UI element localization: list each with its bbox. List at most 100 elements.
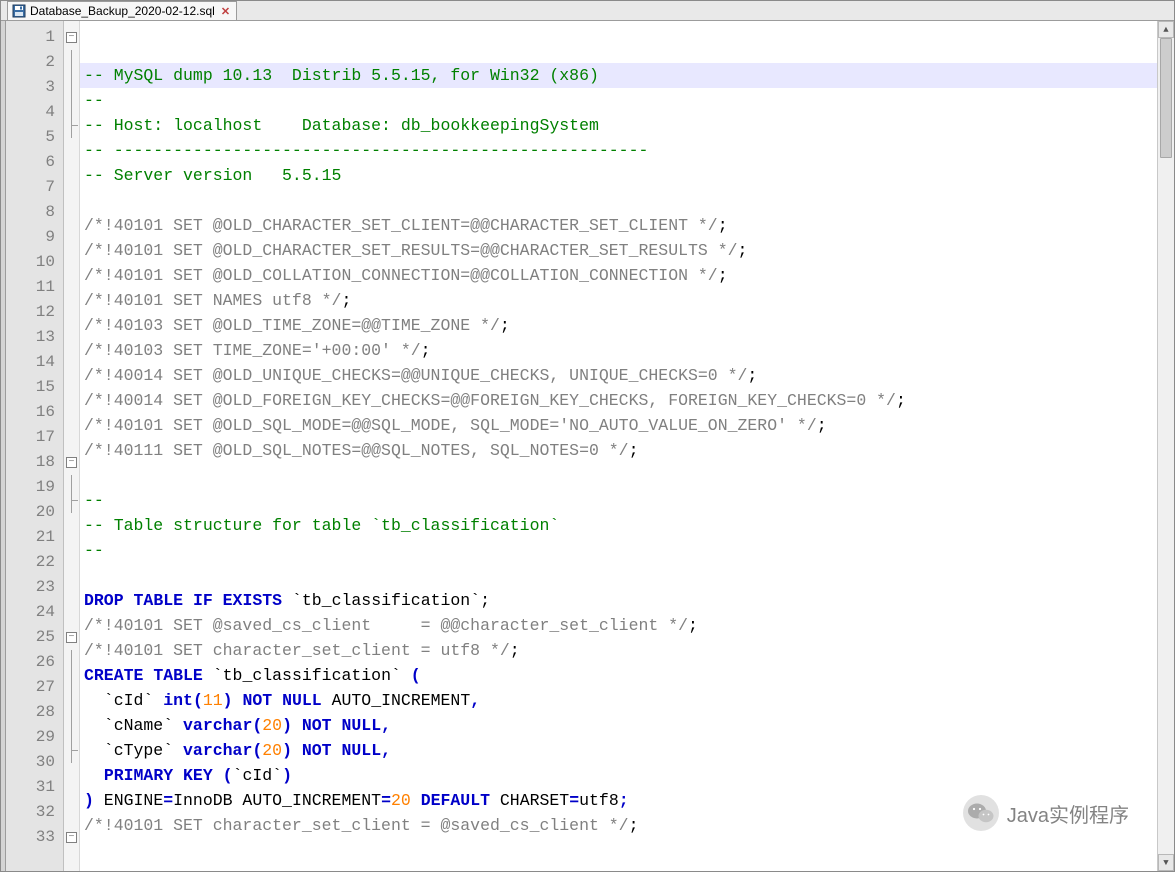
token xyxy=(183,591,193,610)
fold-toggle[interactable]: − xyxy=(66,457,77,468)
line-number[interactable]: 14 xyxy=(6,350,55,375)
code-line[interactable]: -- Server version 5.5.15 xyxy=(80,163,1157,188)
line-number[interactable]: 20 xyxy=(6,500,55,525)
file-tab[interactable]: Database_Backup_2020-02-12.sql ✕ xyxy=(7,1,237,20)
code-line[interactable]: -- MySQL dump 10.13 Distrib 5.5.15, for … xyxy=(80,63,1157,88)
code-line[interactable] xyxy=(80,463,1157,488)
tab-close-button[interactable]: ✕ xyxy=(221,5,230,18)
code-line[interactable]: CREATE TABLE `tb_classification` ( xyxy=(80,663,1157,688)
code-line[interactable]: /*!40101 SET @OLD_SQL_MODE=@@SQL_MODE, S… xyxy=(80,413,1157,438)
line-number[interactable]: 29 xyxy=(6,725,55,750)
token: CHARSET xyxy=(490,791,569,810)
line-number[interactable]: 10 xyxy=(6,250,55,275)
code-line[interactable]: -- -------------------------------------… xyxy=(80,138,1157,163)
vertical-scrollbar[interactable]: ▲ ▼ xyxy=(1157,21,1174,871)
line-number[interactable]: 8 xyxy=(6,200,55,225)
line-number[interactable]: 30 xyxy=(6,750,55,775)
code-line[interactable]: /*!40014 SET @OLD_UNIQUE_CHECKS=@@UNIQUE… xyxy=(80,363,1157,388)
line-number[interactable]: 9 xyxy=(6,225,55,250)
code-line[interactable]: -- Host: localhost Database: db_bookkeep… xyxy=(80,113,1157,138)
line-number[interactable]: 22 xyxy=(6,550,55,575)
line-number[interactable]: 25 xyxy=(6,625,55,650)
token: ) xyxy=(282,741,292,760)
code-line[interactable]: /*!40101 SET @OLD_CHARACTER_SET_CLIENT=@… xyxy=(80,213,1157,238)
token: ; xyxy=(688,616,698,635)
code-line[interactable]: /*!40101 SET NAMES utf8 */; xyxy=(80,288,1157,313)
code-line[interactable]: DROP TABLE IF EXISTS `tb_classification`… xyxy=(80,588,1157,613)
code-area[interactable]: -- MySQL dump 10.13 Distrib 5.5.15, for … xyxy=(80,21,1157,871)
line-number[interactable]: 7 xyxy=(6,175,55,200)
fold-row: − xyxy=(64,825,79,850)
line-number[interactable]: 19 xyxy=(6,475,55,500)
code-line[interactable]: -- Table structure for table `tb_classif… xyxy=(80,513,1157,538)
code-line[interactable]: /*!40101 SET @saved_cs_client = @@charac… xyxy=(80,613,1157,638)
code-line[interactable]: ) ENGINE=InnoDB AUTO_INCREMENT=20 DEFAUL… xyxy=(80,788,1157,813)
code-line[interactable]: -- xyxy=(80,538,1157,563)
line-number-gutter[interactable]: 1234567891011121314151617181920212223242… xyxy=(6,21,64,871)
line-number[interactable]: 4 xyxy=(6,100,55,125)
token: /*!40101 SET @saved_cs_client = @@charac… xyxy=(84,616,688,635)
code-line[interactable]: /*!40101 SET @OLD_CHARACTER_SET_RESULTS=… xyxy=(80,238,1157,263)
line-number[interactable]: 16 xyxy=(6,400,55,425)
code-line[interactable] xyxy=(80,563,1157,588)
fold-toggle[interactable]: − xyxy=(66,632,77,643)
token: NULL xyxy=(342,716,382,735)
token: 11 xyxy=(203,691,223,710)
line-number[interactable]: 21 xyxy=(6,525,55,550)
scroll-track[interactable] xyxy=(1158,38,1174,854)
line-number[interactable]: 23 xyxy=(6,575,55,600)
line-number[interactable]: 12 xyxy=(6,300,55,325)
fold-toggle[interactable]: − xyxy=(66,832,77,843)
fold-toggle[interactable]: − xyxy=(66,32,77,43)
code-line[interactable]: /*!40014 SET @OLD_FOREIGN_KEY_CHECKS=@@F… xyxy=(80,388,1157,413)
code-line[interactable]: `cType` varchar(20) NOT NULL, xyxy=(80,738,1157,763)
line-number[interactable]: 18 xyxy=(6,450,55,475)
code-line[interactable]: /*!40101 SET character_set_client = utf8… xyxy=(80,638,1157,663)
line-number[interactable]: 11 xyxy=(6,275,55,300)
line-number[interactable]: 32 xyxy=(6,800,55,825)
fold-guide xyxy=(71,475,72,500)
fold-row xyxy=(64,225,79,250)
code-line[interactable]: -- xyxy=(80,863,1157,871)
code-line[interactable]: `cName` varchar(20) NOT NULL, xyxy=(80,713,1157,738)
line-number[interactable]: 26 xyxy=(6,650,55,675)
code-line[interactable]: PRIMARY KEY (`cId`) xyxy=(80,763,1157,788)
line-number[interactable]: 27 xyxy=(6,675,55,700)
scroll-up-button[interactable]: ▲ xyxy=(1158,21,1174,38)
line-number[interactable]: 2 xyxy=(6,50,55,75)
token: InnoDB AUTO_INCREMENT xyxy=(173,791,381,810)
code-line[interactable]: /*!40103 SET @OLD_TIME_ZONE=@@TIME_ZONE … xyxy=(80,313,1157,338)
code-line[interactable]: -- xyxy=(80,488,1157,513)
line-number[interactable]: 1 xyxy=(6,25,55,50)
code-line[interactable]: /*!40101 SET character_set_client = @sav… xyxy=(80,813,1157,838)
line-number[interactable]: 3 xyxy=(6,75,55,100)
code-line[interactable] xyxy=(80,838,1157,863)
token: = xyxy=(569,791,579,810)
code-line[interactable]: /*!40111 SET @OLD_SQL_NOTES=@@SQL_NOTES,… xyxy=(80,438,1157,463)
line-number[interactable]: 15 xyxy=(6,375,55,400)
fold-guide-end xyxy=(71,500,72,513)
scroll-down-button[interactable]: ▼ xyxy=(1158,854,1174,871)
line-number[interactable]: 13 xyxy=(6,325,55,350)
code-line[interactable]: /*!40101 SET @OLD_COLLATION_CONNECTION=@… xyxy=(80,263,1157,288)
code-line[interactable]: `cId` int(11) NOT NULL AUTO_INCREMENT, xyxy=(80,688,1157,713)
token: -- xyxy=(84,866,104,871)
token: ; xyxy=(718,216,728,235)
token: /*!40101 SET character_set_client = utf8… xyxy=(84,641,510,660)
line-number[interactable]: 17 xyxy=(6,425,55,450)
line-number[interactable]: 28 xyxy=(6,700,55,725)
fold-row xyxy=(64,700,79,725)
scroll-thumb[interactable] xyxy=(1160,38,1172,158)
code-line[interactable]: /*!40103 SET TIME_ZONE='+00:00' */; xyxy=(80,338,1157,363)
line-number[interactable]: 33 xyxy=(6,825,55,850)
line-number[interactable]: 6 xyxy=(6,150,55,175)
fold-row xyxy=(64,500,79,525)
token: -- MySQL dump 10.13 Distrib 5.5.15, for … xyxy=(84,66,599,85)
code-line[interactable]: -- xyxy=(80,88,1157,113)
token: varchar xyxy=(183,716,252,735)
line-number[interactable]: 5 xyxy=(6,125,55,150)
line-number[interactable]: 24 xyxy=(6,600,55,625)
code-line[interactable] xyxy=(80,188,1157,213)
fold-column[interactable]: − − − − xyxy=(64,21,80,871)
line-number[interactable]: 31 xyxy=(6,775,55,800)
